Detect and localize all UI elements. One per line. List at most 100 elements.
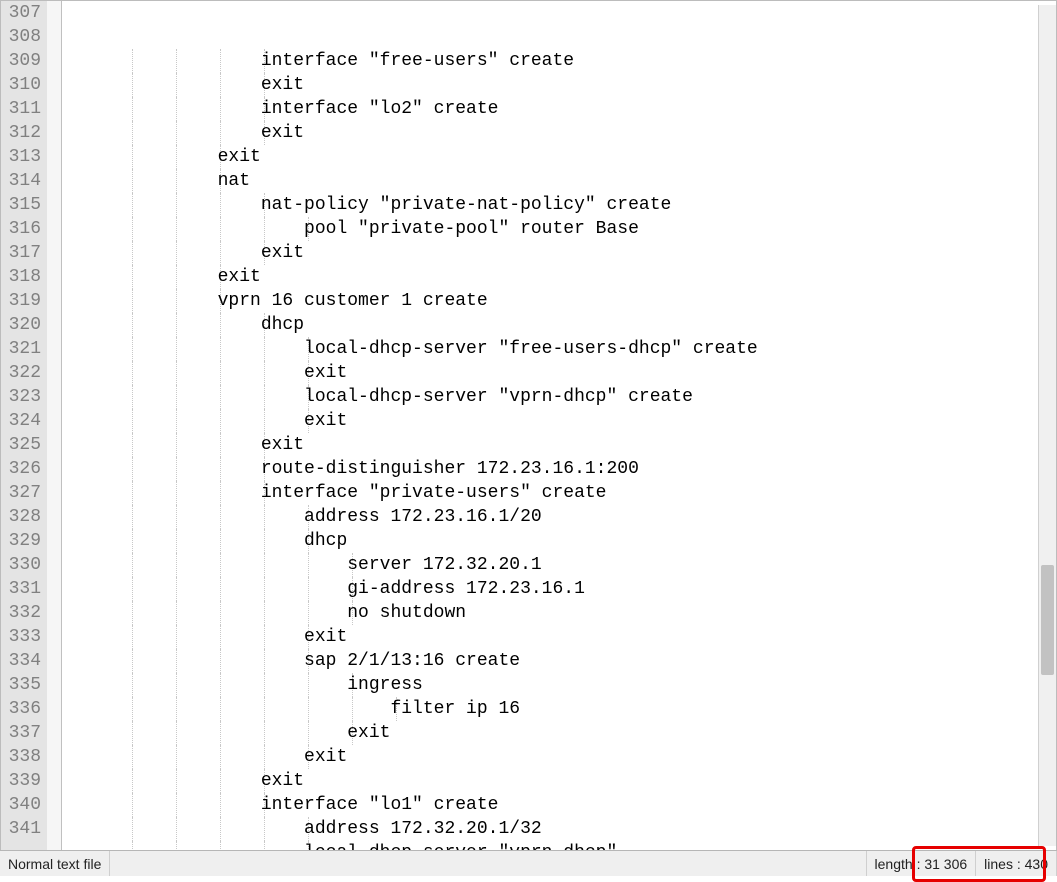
code-text: filter ip 16 — [86, 699, 520, 719]
code-line[interactable]: interface "lo1" create — [86, 793, 1056, 817]
status-length-text: length : 31 306 — [875, 856, 968, 872]
code-line[interactable]: exit — [86, 721, 1056, 745]
line-number: 311 — [5, 97, 41, 121]
code-text: exit — [86, 411, 347, 431]
code-line[interactable]: address 172.32.20.1/32 — [86, 817, 1056, 841]
line-number: 317 — [5, 241, 41, 265]
code-line[interactable]: local-dhcp-server "free-users-dhcp" crea… — [86, 337, 1056, 361]
code-line[interactable]: server 172.32.20.1 — [86, 553, 1056, 577]
line-number: 325 — [5, 433, 41, 457]
code-text: route-distinguisher 172.23.16.1:200 — [86, 459, 639, 479]
line-number: 315 — [5, 193, 41, 217]
line-number: 318 — [5, 265, 41, 289]
line-number: 309 — [5, 49, 41, 73]
line-number: 340 — [5, 793, 41, 817]
code-line[interactable]: route-distinguisher 172.23.16.1:200 — [86, 457, 1056, 481]
code-line[interactable]: interface "private-users" create — [86, 481, 1056, 505]
code-line[interactable]: dhcp — [86, 529, 1056, 553]
code-line[interactable]: nat-policy "private-nat-policy" create — [86, 193, 1056, 217]
code-line[interactable]: filter ip 16 — [86, 697, 1056, 721]
code-text: exit — [86, 435, 304, 455]
code-text: local-dhcp-server "vprn-dhcp" create — [86, 387, 693, 407]
code-text: address 172.23.16.1/20 — [86, 507, 542, 527]
status-lines-text: lines : 430 — [984, 856, 1048, 872]
code-line[interactable]: exit — [86, 361, 1056, 385]
code-line[interactable]: local-dhcp-server "vprn-dhcp" create — [86, 385, 1056, 409]
code-line[interactable]: pool "private-pool" router Base — [86, 217, 1056, 241]
line-number: 331 — [5, 577, 41, 601]
code-line[interactable]: exit — [86, 241, 1056, 265]
code-line[interactable]: exit — [86, 409, 1056, 433]
line-number: 319 — [5, 289, 41, 313]
line-number: 323 — [5, 385, 41, 409]
line-number: 333 — [5, 625, 41, 649]
code-text: exit — [86, 267, 261, 287]
code-line[interactable]: vprn 16 customer 1 create — [86, 289, 1056, 313]
code-text: sap 2/1/13:16 create — [86, 651, 520, 671]
code-text: nat — [86, 171, 250, 191]
code-text: exit — [86, 627, 347, 647]
code-text: gi-address 172.23.16.1 — [86, 579, 585, 599]
code-text: exit — [86, 363, 347, 383]
code-text: address 172.32.20.1/32 — [86, 819, 542, 839]
line-number: 336 — [5, 697, 41, 721]
margin-strip — [62, 1, 86, 850]
code-line[interactable]: local-dhcp-server "vprn-dhcp" — [86, 841, 1056, 850]
status-bar: Normal text file length : 31 306 lines :… — [0, 850, 1057, 876]
line-number: 326 — [5, 457, 41, 481]
code-text: dhcp — [86, 531, 347, 551]
code-line[interactable]: dhcp — [86, 313, 1056, 337]
code-line[interactable]: exit — [86, 73, 1056, 97]
line-number: 308 — [5, 25, 41, 49]
vertical-scrollbar[interactable] — [1038, 5, 1056, 846]
code-line[interactable]: exit — [86, 433, 1056, 457]
line-number: 339 — [5, 769, 41, 793]
code-line[interactable]: ingress — [86, 673, 1056, 697]
code-line[interactable]: interface "lo2" create — [86, 97, 1056, 121]
line-number: 332 — [5, 601, 41, 625]
line-number: 324 — [5, 409, 41, 433]
code-line[interactable]: exit — [86, 145, 1056, 169]
code-text: local-dhcp-server "free-users-dhcp" crea… — [86, 339, 758, 359]
line-number: 313 — [5, 145, 41, 169]
code-text: interface "private-users" create — [86, 483, 606, 503]
code-line[interactable]: exit — [86, 625, 1056, 649]
status-language-cell: Normal text file — [0, 851, 110, 876]
code-text: exit — [86, 747, 347, 767]
code-text: exit — [86, 147, 261, 167]
code-text: interface "free-users" create — [86, 51, 574, 71]
code-line[interactable]: exit — [86, 745, 1056, 769]
fold-strip — [47, 1, 62, 850]
scrollbar-thumb[interactable] — [1041, 565, 1054, 675]
editor-wrap: 3073083093103113123133143153163173183193… — [0, 0, 1057, 850]
status-lines-cell: lines : 430 — [976, 851, 1057, 876]
code-line[interactable]: interface "free-users" create — [86, 49, 1056, 73]
code-line[interactable]: exit — [86, 769, 1056, 793]
code-line[interactable]: nat — [86, 169, 1056, 193]
line-number: 327 — [5, 481, 41, 505]
code-text: exit — [86, 243, 304, 263]
code-text: interface "lo1" create — [86, 795, 498, 815]
code-line[interactable]: sap 2/1/13:16 create — [86, 649, 1056, 673]
line-number: 312 — [5, 121, 41, 145]
status-language-text: Normal text file — [8, 856, 101, 872]
code-line[interactable]: gi-address 172.23.16.1 — [86, 577, 1056, 601]
code-line[interactable]: address 172.23.16.1/20 — [86, 505, 1056, 529]
line-number: 337 — [5, 721, 41, 745]
line-number: 341 — [5, 817, 41, 841]
line-number-gutter: 3073083093103113123133143153163173183193… — [1, 1, 47, 850]
code-text: server 172.32.20.1 — [86, 555, 542, 575]
editor-body: 3073083093103113123133143153163173183193… — [1, 1, 1056, 850]
code-text: vprn 16 customer 1 create — [86, 291, 488, 311]
line-number: 310 — [5, 73, 41, 97]
line-number: 328 — [5, 505, 41, 529]
code-area[interactable]: interface "free-users" create exit inter… — [86, 1, 1056, 850]
line-number: 329 — [5, 529, 41, 553]
code-line[interactable]: exit — [86, 265, 1056, 289]
code-line[interactable]: exit — [86, 121, 1056, 145]
code-line[interactable]: no shutdown — [86, 601, 1056, 625]
line-number: 307 — [5, 1, 41, 25]
code-text: pool "private-pool" router Base — [86, 219, 639, 239]
code-text: nat-policy "private-nat-policy" create — [86, 195, 671, 215]
line-number: 330 — [5, 553, 41, 577]
